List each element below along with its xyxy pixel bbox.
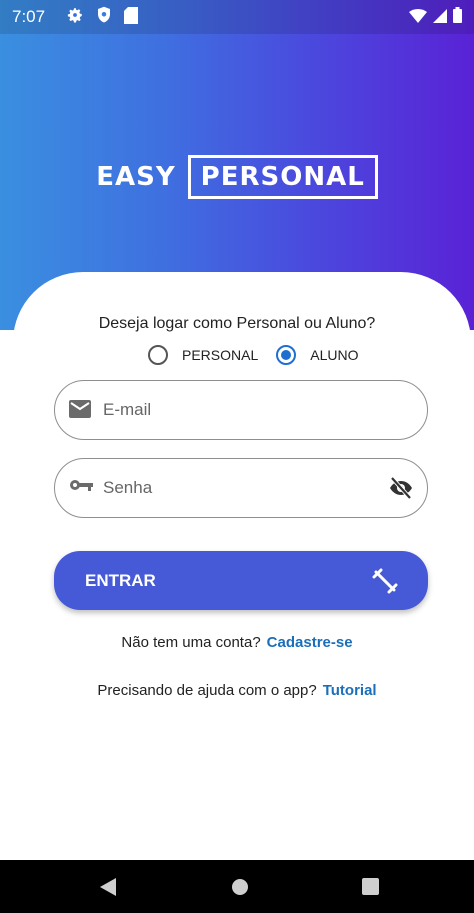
tutorial-link[interactable]: Tutorial: [323, 682, 377, 699]
radio-personal[interactable]: [148, 345, 168, 365]
app-logo: EASY PERSONAL: [0, 155, 474, 199]
password-placeholder: Senha: [103, 478, 153, 497]
role-radio-group: PERSONAL ALUNO: [148, 345, 358, 365]
email-placeholder: E-mail: [103, 400, 152, 419]
dumbbell-icon: [372, 568, 398, 599]
home-icon[interactable]: [231, 878, 249, 901]
signal-icon: [433, 8, 447, 28]
logo-word-personal: PERSONAL: [187, 155, 378, 199]
radio-aluno-label[interactable]: ALUNO: [310, 347, 358, 363]
mail-icon: [69, 400, 91, 423]
settings-icon: [66, 6, 84, 29]
help-row: Precisando de ajuda com o app? Tutorial: [0, 682, 474, 699]
shield-icon: [96, 6, 112, 29]
sd-card-icon: [124, 6, 138, 29]
password-field[interactable]: Senha: [54, 458, 428, 518]
email-field[interactable]: E-mail: [54, 380, 428, 440]
status-time: 7:07: [12, 7, 46, 26]
recents-icon[interactable]: [362, 878, 379, 900]
signup-row: Não tem uma conta? Cadastre-se: [0, 634, 474, 651]
wifi-icon: [409, 8, 427, 28]
signup-link[interactable]: Cadastre-se: [267, 634, 353, 651]
system-nav-bar: [0, 860, 474, 913]
signup-prompt: Não tem uma conta?: [121, 634, 261, 651]
help-prompt: Precisando de ajuda com o app?: [97, 682, 317, 699]
role-question: Deseja logar como Personal ou Aluno?: [98, 315, 376, 332]
radio-personal-label[interactable]: PERSONAL: [182, 347, 258, 363]
login-button[interactable]: ENTRAR: [54, 551, 428, 610]
status-bar: 7:07: [0, 0, 474, 34]
logo-word-easy: EASY: [96, 162, 176, 192]
key-icon: [69, 478, 93, 497]
radio-aluno[interactable]: [276, 345, 297, 365]
back-icon[interactable]: [100, 878, 116, 901]
visibility-off-icon[interactable]: [389, 476, 413, 504]
battery-icon: [453, 7, 462, 28]
login-button-label: ENTRAR: [85, 571, 156, 590]
